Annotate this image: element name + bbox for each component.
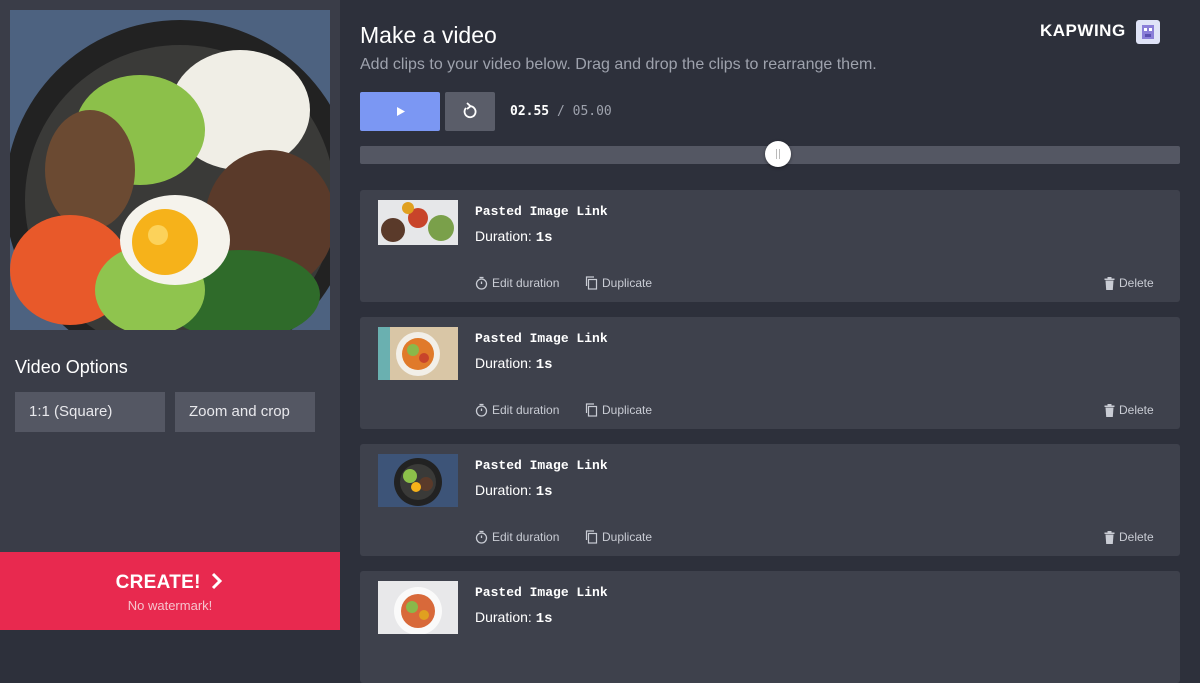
brand-logo-icon[interactable] [1136, 20, 1160, 44]
delete-button[interactable]: Delete [1104, 403, 1154, 417]
fit-mode-select[interactable]: Zoom and crop [175, 392, 315, 432]
page-subtitle: Add clips to your video below. Drag and … [360, 56, 877, 73]
stopwatch-icon [475, 403, 488, 417]
clip-title: Pasted Image Link [475, 204, 608, 219]
time-separator: / [556, 104, 565, 119]
video-options-title: Video Options [15, 357, 128, 377]
stopwatch-icon [475, 276, 488, 290]
clip-duration: Duration: 1s [475, 609, 553, 627]
video-preview-image [10, 10, 330, 330]
copy-icon [585, 276, 598, 290]
restart-button[interactable] [445, 92, 495, 131]
delete-button[interactable]: Delete [1104, 530, 1154, 544]
create-button[interactable]: CREATE! No watermark! [0, 552, 340, 630]
total-time: 05.00 [572, 104, 612, 119]
time-readout: 02.55 / 05.00 [510, 104, 612, 119]
trash-icon [1104, 530, 1115, 544]
restart-icon [463, 102, 477, 119]
trash-icon [1104, 276, 1115, 290]
create-label: CREATE! [115, 572, 201, 593]
clip-duration: Duration: 1s [475, 228, 553, 246]
clip-title: Pasted Image Link [475, 585, 608, 600]
clip-card[interactable]: Pasted Image Link Duration: 1s Edit dura… [360, 444, 1180, 556]
stopwatch-icon [475, 530, 488, 544]
clip-title: Pasted Image Link [475, 458, 608, 473]
delete-button[interactable]: Delete [1104, 276, 1154, 290]
no-watermark-note: No watermark! [127, 598, 213, 613]
clip-thumbnail [378, 581, 458, 634]
edit-duration-button[interactable]: Edit duration [475, 403, 559, 417]
clip-thumbnail [378, 200, 458, 245]
clip-card[interactable]: Pasted Image Link Duration: 1s Edit dura… [360, 317, 1180, 429]
edit-duration-button[interactable]: Edit duration [475, 276, 559, 290]
duplicate-button[interactable]: Duplicate [585, 276, 652, 290]
copy-icon [585, 403, 598, 417]
edit-duration-button[interactable]: Edit duration [475, 530, 559, 544]
copy-icon [585, 530, 598, 544]
duplicate-button[interactable]: Duplicate [585, 403, 652, 417]
timeline-scrubber-handle[interactable] [765, 141, 792, 167]
sidebar: Video Options 1:1 (Square) Zoom and crop… [0, 0, 340, 630]
aspect-ratio-select[interactable]: 1:1 (Square) [15, 392, 165, 432]
play-button[interactable] [360, 92, 440, 131]
chevron-right-icon [212, 572, 223, 590]
current-time: 02.55 [510, 104, 550, 119]
clip-duration: Duration: 1s [475, 482, 553, 500]
page-title: Make a video [360, 22, 497, 48]
trash-icon [1104, 403, 1115, 417]
clip-title: Pasted Image Link [475, 331, 608, 346]
clip-thumbnail [378, 327, 458, 380]
brand-name[interactable]: KAPWING [1040, 21, 1126, 41]
duplicate-button[interactable]: Duplicate [585, 530, 652, 544]
clip-thumbnail [378, 454, 458, 507]
play-icon [397, 107, 405, 116]
clip-duration: Duration: 1s [475, 355, 553, 373]
clip-card[interactable]: Pasted Image Link Duration: 1s [360, 571, 1180, 683]
clip-card[interactable]: Pasted Image Link Duration: 1s Edit dura… [360, 190, 1180, 302]
